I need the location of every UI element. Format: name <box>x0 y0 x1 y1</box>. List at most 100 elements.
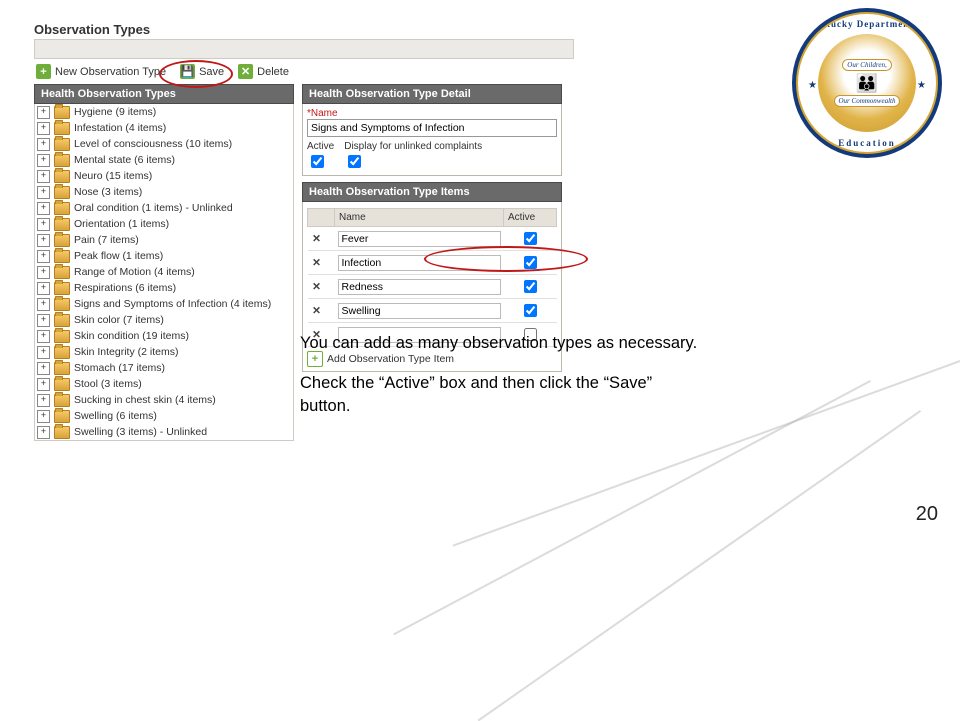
folder-icon <box>54 426 70 439</box>
tree-item-label: Hygiene (9 items) <box>74 106 156 118</box>
folder-icon <box>54 410 70 423</box>
tree-item[interactable]: + Neuro (15 items) <box>35 168 293 184</box>
tree-item[interactable]: +Respirations (6 items) <box>35 280 293 296</box>
expand-icon[interactable]: + <box>37 298 50 311</box>
expand-icon[interactable]: + <box>37 122 50 135</box>
expand-icon[interactable]: + <box>37 346 50 359</box>
expand-icon[interactable]: + <box>37 394 50 407</box>
remove-item-button[interactable]: ✕ <box>311 305 323 317</box>
expand-icon[interactable]: + <box>37 426 50 439</box>
tree-item-label: Orientation (1 items) <box>74 218 169 230</box>
tree-item-label: Neuro (15 items) <box>74 170 152 182</box>
item-active-checkbox[interactable] <box>524 280 537 293</box>
folder-icon <box>54 250 70 263</box>
tree-item[interactable]: + Orientation (1 items) <box>35 216 293 232</box>
expand-icon[interactable]: + <box>37 186 50 199</box>
tree-item[interactable]: + Range of Motion (4 items) <box>35 264 293 280</box>
expand-icon[interactable]: + <box>37 218 50 231</box>
expand-icon[interactable]: + <box>37 250 50 263</box>
tree-item[interactable]: +Nose (3 items) <box>35 184 293 200</box>
folder-icon <box>54 154 70 167</box>
folder-icon <box>54 266 70 279</box>
delete-icon: ✕ <box>238 64 253 79</box>
tree-item[interactable]: +Peak flow (1 items) <box>35 248 293 264</box>
expand-icon[interactable]: + <box>37 330 50 343</box>
folder-icon <box>54 138 70 151</box>
expand-icon[interactable]: + <box>37 234 50 247</box>
expand-icon[interactable]: + <box>37 282 50 295</box>
item-active-checkbox[interactable] <box>524 232 537 245</box>
item-name-input[interactable] <box>338 255 501 271</box>
expand-icon[interactable]: + <box>37 202 50 215</box>
tree-item[interactable]: + Skin color (7 items) <box>35 312 293 328</box>
remove-item-button[interactable]: ✕ <box>311 281 323 293</box>
folder-icon <box>54 202 70 215</box>
seal-ring-bottom: Education <box>798 138 936 148</box>
tree-item[interactable]: +Swelling (6 items) <box>35 408 293 424</box>
folder-icon <box>54 298 70 311</box>
expand-icon[interactable]: + <box>37 138 50 151</box>
tree-item[interactable]: +Stool (3 items) <box>35 376 293 392</box>
tree-item[interactable]: +Infestation (4 items) <box>35 120 293 136</box>
name-field-label: *Name <box>307 108 557 119</box>
tree-item[interactable]: +Pain (7 items) <box>35 232 293 248</box>
display-unlinked-checkbox[interactable] <box>348 155 361 168</box>
expand-icon[interactable]: + <box>37 314 50 327</box>
instruction-paragraph-2: Check the “Active” box and then click th… <box>300 372 700 417</box>
expand-icon[interactable]: + <box>37 378 50 391</box>
observation-items-table: Name Active ✕✕✕✕✕ <box>307 208 557 347</box>
new-observation-type-button[interactable]: + New Observation Type <box>36 64 166 79</box>
item-active-checkbox[interactable] <box>524 304 537 317</box>
delete-button[interactable]: ✕ Delete <box>238 64 289 79</box>
tree-item[interactable]: +Oral condition (1 items) - Unlinked <box>35 200 293 216</box>
display-unlinked-label: Display for unlinked complaints <box>344 141 482 152</box>
tree-item[interactable]: +Mental state (6 items) <box>35 152 293 168</box>
active-checkbox[interactable] <box>311 155 324 168</box>
expand-icon[interactable]: + <box>37 154 50 167</box>
tree-item[interactable]: + Swelling (3 items) - Unlinked <box>35 424 293 440</box>
expand-icon[interactable]: + <box>37 170 50 183</box>
tree-item-label: Skin Integrity (2 items) <box>74 346 178 358</box>
tree-item[interactable]: + Skin Integrity (2 items) <box>35 344 293 360</box>
tree-item[interactable]: +Stomach (17 items) <box>35 360 293 376</box>
save-button[interactable]: 💾 Save <box>180 64 224 79</box>
detail-panel-header: Health Observation Type Detail <box>302 84 562 104</box>
folder-icon <box>54 330 70 343</box>
tree-item[interactable]: + Hygiene (9 items) <box>35 104 293 120</box>
tree-item-label: Swelling (3 items) - Unlinked <box>74 426 207 438</box>
tree-item-label: Range of Motion (4 items) <box>74 266 195 278</box>
tree-item-label: Skin color (7 items) <box>74 314 164 326</box>
active-label: Active <box>307 141 334 152</box>
seal-inner: Our Children, 👪 Our Commonwealth <box>818 34 916 132</box>
tree-item[interactable]: +Level of consciousness (10 items) <box>35 136 293 152</box>
item-name-input[interactable] <box>338 279 501 295</box>
tree-item[interactable]: +Sucking in chest skin (4 items) <box>35 392 293 408</box>
tree-item-label: Skin condition (19 items) <box>74 330 189 342</box>
plus-icon: + <box>36 64 51 79</box>
remove-item-button[interactable]: ✕ <box>311 257 323 269</box>
remove-item-button[interactable]: ✕ <box>311 233 323 245</box>
instruction-text: You can add as many observation types as… <box>300 332 700 435</box>
item-name-input[interactable] <box>338 231 501 247</box>
items-col-active: Active <box>504 209 557 227</box>
expand-icon[interactable]: + <box>37 362 50 375</box>
item-name-input[interactable] <box>338 303 501 319</box>
expand-icon[interactable]: + <box>37 106 50 119</box>
expand-icon[interactable]: + <box>37 266 50 279</box>
folder-icon <box>54 122 70 135</box>
observation-item-row: ✕ <box>308 251 557 275</box>
tree-item[interactable]: +Signs and Symptoms of Infection (4 item… <box>35 296 293 312</box>
toolbar: + New Observation Type 💾 Save ✕ Delete <box>34 59 574 84</box>
item-active-checkbox[interactable] <box>524 256 537 269</box>
expand-icon[interactable]: + <box>37 410 50 423</box>
tree-item[interactable]: + Skin condition (19 items) <box>35 328 293 344</box>
seal-ring-top: Kentucky Department of <box>798 19 936 29</box>
folder-icon <box>54 234 70 247</box>
instruction-paragraph-1: You can add as many observation types as… <box>300 332 700 354</box>
observation-type-tree[interactable]: + Hygiene (9 items) +Infestation (4 items)… <box>34 104 294 441</box>
observation-item-row: ✕ <box>308 227 557 251</box>
tree-panel: Health Observation Types +Hygiene (9 ite… <box>34 84 294 441</box>
folder-icon <box>54 314 70 327</box>
seal-figures-icon: 👪 <box>856 74 878 92</box>
name-input[interactable] <box>307 119 557 137</box>
